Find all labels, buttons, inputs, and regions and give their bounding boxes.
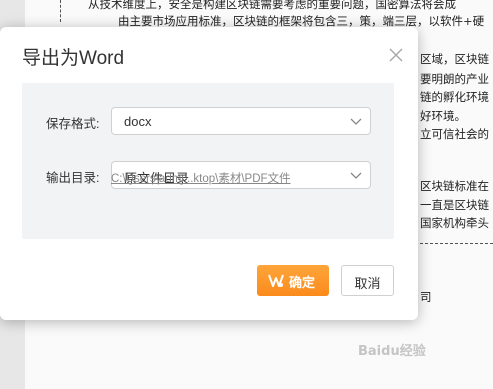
- cancel-button-label: 取消: [354, 276, 381, 291]
- close-icon[interactable]: [386, 45, 406, 65]
- settings-panel: 保存格式: docx 输出目录: 原文件目录: [22, 83, 394, 239]
- vip-crown-icon: [268, 274, 284, 287]
- confirm-button[interactable]: 确定: [257, 265, 329, 296]
- cancel-button[interactable]: 取消: [341, 265, 394, 296]
- dialog-title: 导出为Word: [22, 48, 125, 69]
- output-dir-label: 输出目录:: [46, 171, 100, 185]
- format-label: 保存格式:: [46, 117, 100, 131]
- output-path-link[interactable]: C:\Users\admi...ktop\素材\PDF文件: [111, 170, 291, 186]
- format-select-value: docx: [124, 114, 152, 129]
- confirm-button-label: 确定: [289, 275, 316, 290]
- chevron-down-icon: [350, 172, 362, 179]
- format-select[interactable]: docx: [111, 107, 371, 135]
- chevron-down-icon: [350, 118, 362, 125]
- export-word-dialog: 导出为Word 保存格式: docx 输出目录: 原文件目录 C:\Users\…: [0, 27, 418, 320]
